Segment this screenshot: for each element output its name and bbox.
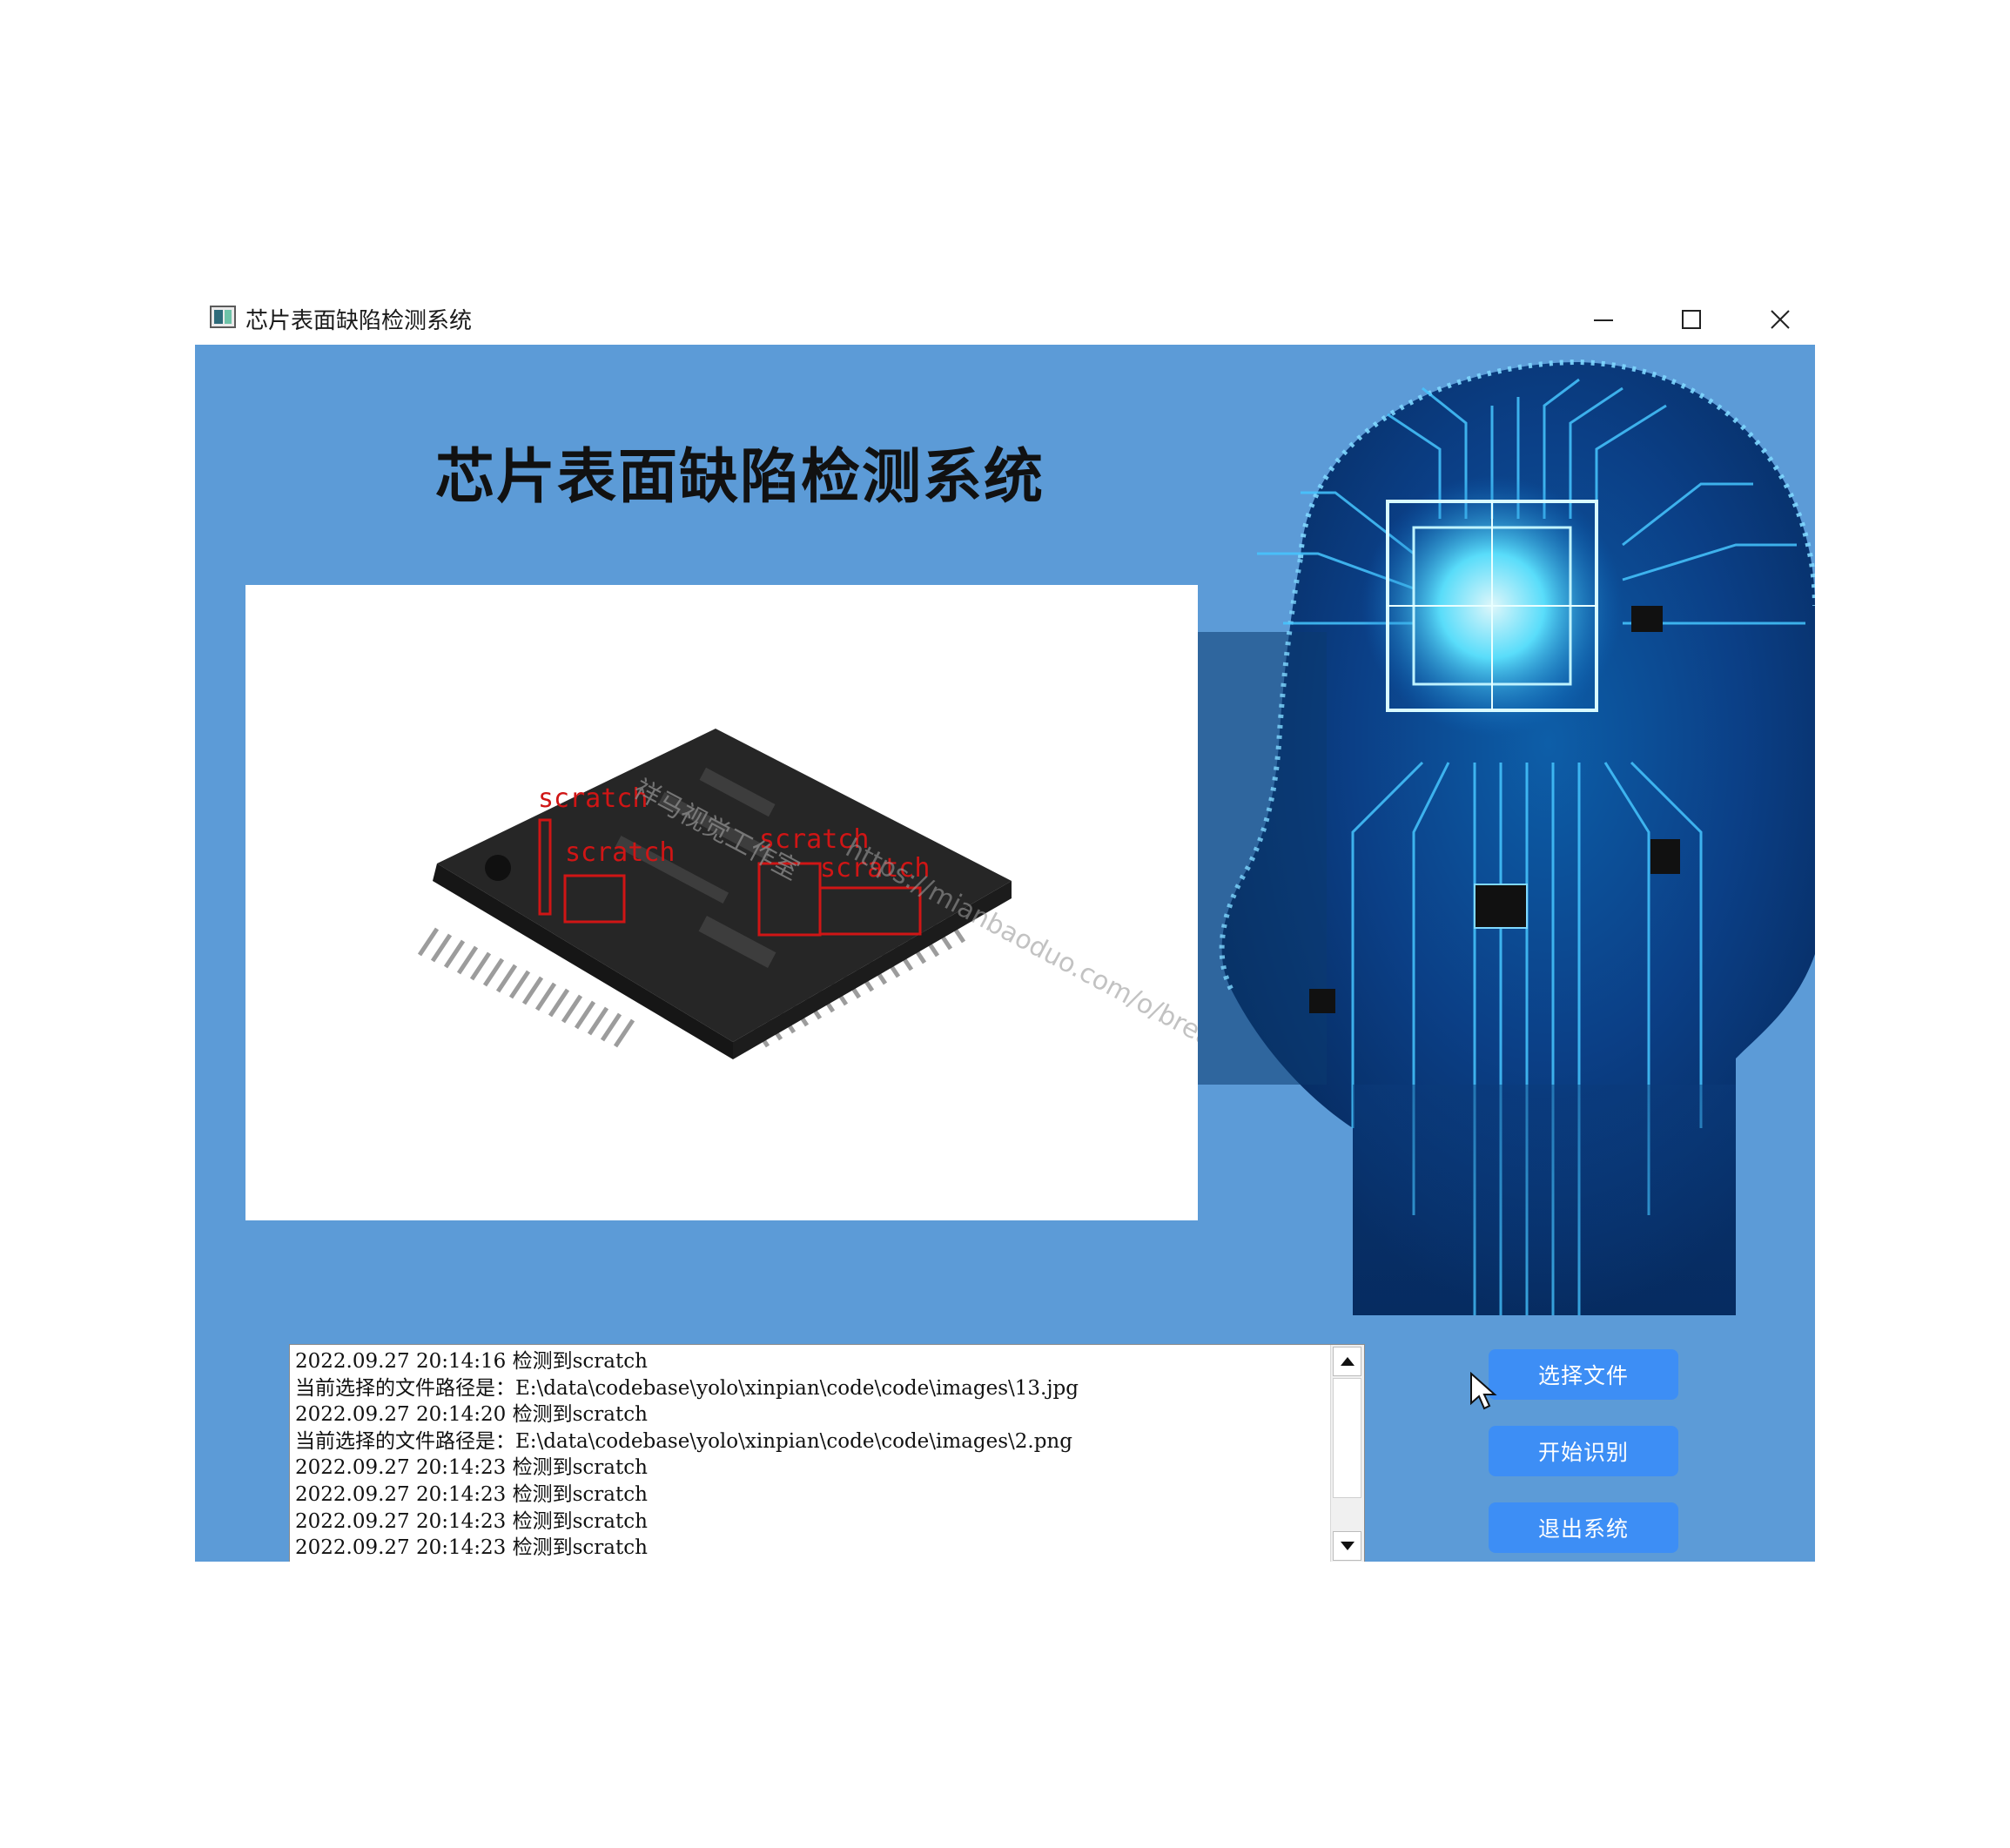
log-textarea[interactable]: 2022.09.27 20:14:16 检测到scratch 当前选择的文件路径…: [289, 1344, 1365, 1562]
log-line: 2022.09.27 20:14:23 检测到scratch: [295, 1536, 648, 1560]
log-line: 2022.09.27 20:14:16 检测到scratch: [295, 1350, 648, 1373]
log-line: 当前选择的文件路径是：E:\data\codebase\yolo\xinpian…: [295, 1376, 1079, 1400]
log-lines: 2022.09.27 20:14:16 检测到scratch 当前选择的文件路径…: [295, 1348, 1331, 1562]
arrow-up-icon: [1340, 1357, 1355, 1366]
select-file-button[interactable]: 选择文件: [1489, 1349, 1678, 1400]
log-line: 2022.09.27 20:14:20 检测到scratch: [295, 1403, 648, 1427]
minimize-button[interactable]: [1560, 294, 1647, 345]
arrow-down-icon: [1340, 1542, 1355, 1550]
main-content: 芯片表面缺陷检测系统 scratch scratch scratch scrat…: [195, 345, 1815, 1562]
scroll-up-button[interactable]: [1333, 1347, 1361, 1376]
app-window: 芯片表面缺陷检测系统 芯片表面缺陷检测系统 scratch scratch sc…: [195, 294, 1815, 1562]
maximize-button[interactable]: [1648, 294, 1735, 345]
brain-circuit-illustration: [1126, 359, 1815, 1315]
log-line: 当前选择的文件路径是：E:\data\codebase\yolo\xinpian…: [295, 1429, 1072, 1453]
scroll-thumb[interactable]: [1333, 1378, 1361, 1498]
start-recognition-button[interactable]: 开始识别: [1489, 1426, 1678, 1476]
minimize-icon: [1594, 319, 1613, 321]
chip-image: [417, 729, 1012, 1059]
detection-label: scratch: [565, 837, 676, 868]
maximize-icon: [1682, 310, 1701, 329]
mouse-cursor-icon: [1470, 1372, 1497, 1410]
detection-image-panel: scratch scratch scratch scratch 祥马视觉工作室 …: [245, 585, 1198, 1220]
log-scrollbar[interactable]: [1330, 1345, 1364, 1562]
close-button[interactable]: [1737, 294, 1824, 345]
log-line: 2022.09.27 20:14:23 检测到scratch: [295, 1456, 648, 1480]
log-line: 2022.09.27 20:14:23 检测到scratch: [295, 1509, 648, 1533]
app-heading: 芯片表面缺陷检测系统: [435, 443, 1045, 512]
exit-system-button[interactable]: 退出系统: [1489, 1502, 1678, 1553]
close-icon: [1771, 310, 1790, 329]
scroll-down-button[interactable]: [1333, 1531, 1361, 1561]
log-line: 2022.09.27 20:14:23 检测到scratch: [295, 1482, 648, 1506]
window-title: 芯片表面缺陷检测系统: [245, 308, 473, 334]
app-icon: [210, 306, 236, 328]
title-bar[interactable]: 芯片表面缺陷检测系统: [195, 294, 1815, 345]
